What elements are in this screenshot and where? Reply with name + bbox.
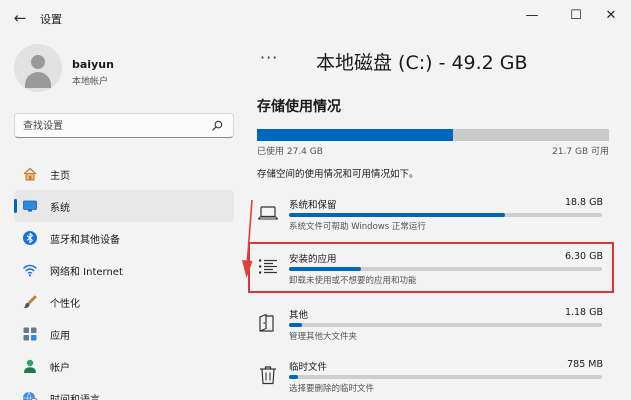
sidebar-item-personalization[interactable]: 个性化 [14, 286, 234, 318]
search-box[interactable] [14, 113, 234, 138]
sidebar-item-label: 蓝牙和其他设备 [50, 235, 120, 246]
category-description: 系统文件可帮助 Windows 正常运行 [289, 222, 426, 232]
search-input[interactable] [23, 118, 203, 134]
sidebar-item-system[interactable]: 系统 [14, 190, 234, 222]
close-button[interactable]: ✕ [598, 6, 624, 26]
wifi-icon [23, 264, 37, 277]
sidebar-item-home[interactable]: 主页 [14, 158, 234, 190]
user-profile[interactable]: baiyun 本地帐户 [14, 44, 234, 96]
breadcrumb-overflow-button[interactable]: ··· [260, 48, 278, 67]
sidebar-item-label: 时间和语言 [50, 391, 100, 400]
back-button[interactable]: ← [10, 8, 30, 28]
home-icon [23, 167, 37, 181]
bluetooth-icon [23, 231, 37, 245]
sidebar-item-accounts[interactable]: 帐户 [14, 350, 234, 382]
used-space-label: 已使用 27.4 GB [257, 147, 323, 157]
storage-description: 存储空间的使用情况和可用情况如下。 [257, 169, 419, 180]
monitor-icon [23, 200, 37, 212]
sidebar-item-label: 个性化 [50, 299, 80, 310]
sidebar-item-label: 主页 [50, 171, 70, 182]
folder-icon [259, 313, 274, 332]
category-size: 18.8 GB [564, 197, 603, 208]
main-content: ··· 本地磁盘 (C:) - 49.2 GB 存储使用情况 已使用 27.4 … [240, 36, 631, 400]
category-name: 系统和保留 [289, 200, 337, 211]
brush-icon [23, 295, 37, 308]
avatar [14, 44, 62, 92]
category-usage-bar [289, 323, 602, 327]
category-size: 1.18 GB [564, 307, 603, 318]
storage-category-temp-files[interactable]: 临时文件 785 MB 选择要删除的临时文件 [257, 356, 609, 400]
category-description: 选择要删除的临时文件 [289, 384, 375, 394]
storage-category-system[interactable]: 系统和保留 18.8 GB 系统文件可帮助 Windows 正常运行 [257, 194, 609, 238]
title-bar: ← 设置 — ☐ ✕ [0, 0, 631, 36]
laptop-icon [257, 206, 279, 220]
free-space-label: 21.7 GB 可用 [552, 147, 609, 157]
category-usage-bar [289, 213, 602, 217]
globe-clock-icon [23, 391, 38, 400]
trash-icon [260, 366, 276, 385]
sidebar-item-label: 网络和 Internet [50, 267, 123, 278]
annotation-highlight-box [248, 242, 614, 293]
sidebar-item-label: 系统 [50, 203, 70, 214]
category-size: 785 MB [567, 359, 603, 370]
person-icon [24, 359, 36, 373]
sidebar-item-label: 帐户 [50, 363, 70, 374]
category-name: 其他 [289, 310, 309, 321]
sidebar-item-network[interactable]: 网络和 Internet [14, 254, 234, 286]
category-usage-bar-fill [289, 213, 505, 217]
sidebar-item-label: 应用 [50, 331, 70, 342]
storage-usage-bar-fill [257, 129, 454, 141]
sidebar-item-apps[interactable]: 应用 [14, 318, 234, 350]
category-name: 临时文件 [289, 362, 328, 373]
apps-icon [23, 327, 37, 341]
search-icon[interactable] [212, 120, 223, 131]
storage-category-other[interactable]: 其他 1.18 GB 管理其他大文件夹 [257, 304, 609, 348]
maximize-button[interactable]: ☐ [563, 6, 589, 26]
page-title: 本地磁盘 (C:) - 49.2 GB [316, 52, 528, 74]
minimize-button[interactable]: — [519, 6, 545, 26]
category-description: 管理其他大文件夹 [289, 332, 358, 342]
annotation-arrow-icon [242, 199, 253, 278]
category-usage-bar-fill [289, 323, 302, 327]
sidebar-item-bluetooth[interactable]: 蓝牙和其他设备 [14, 222, 234, 254]
storage-usage-bar [257, 129, 609, 141]
category-usage-bar [289, 375, 602, 379]
profile-name: baiyun [72, 58, 114, 71]
sidebar-item-time-language[interactable]: 时间和语言 [14, 382, 234, 400]
category-usage-bar-fill [289, 375, 299, 379]
sidebar-nav: 主页 系统 蓝牙和其他设备 网络和 Internet 个性化 应用 帐户 [14, 158, 234, 400]
section-title: 存储使用情况 [257, 99, 341, 115]
app-title: 设置 [40, 13, 62, 26]
profile-account-type: 本地帐户 [72, 77, 109, 87]
